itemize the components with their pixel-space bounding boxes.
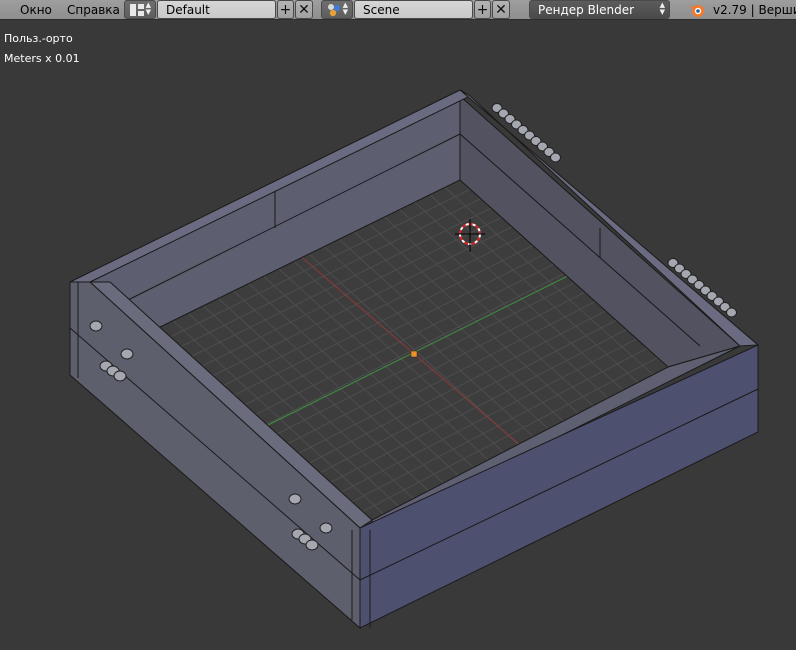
menu-help[interactable]: Справка	[67, 3, 120, 17]
knob	[726, 307, 737, 318]
object-origin-icon	[410, 350, 418, 358]
layout-updown-icon: ▲ ▼	[145, 1, 151, 16]
close-icon: ✕	[495, 1, 507, 18]
scene-name-field[interactable]: Scene	[354, 0, 473, 19]
render-engine-label: Рендер Blender	[538, 3, 635, 17]
knob	[550, 152, 561, 163]
scene-type-button[interactable]: ▲ ▼	[321, 0, 353, 19]
layout-name-field[interactable]: Default	[157, 0, 276, 19]
menu-window[interactable]: Окно	[20, 3, 52, 17]
scene-icon	[328, 4, 340, 17]
plus-icon: +	[476, 1, 489, 18]
viewport-canvas	[69, 89, 760, 630]
render-engine-dropdown[interactable]: Рендер Blender ▲ ▼	[529, 0, 670, 19]
3d-viewport[interactable]: Польз.-орто Meters x 0.01	[0, 20, 796, 650]
info-header: Окно Справка ▲ ▼ Default + ✕ ▲ ▼ Scene + ✕…	[0, 0, 796, 20]
blender-logo-icon	[689, 5, 704, 17]
screen-layout-icon	[130, 4, 144, 16]
delete-layout-button[interactable]: ✕	[295, 0, 313, 19]
layout-type-button[interactable]: ▲ ▼	[124, 0, 156, 19]
scene-updown-icon: ▲ ▼	[342, 1, 348, 16]
plus-icon: +	[279, 1, 292, 18]
add-scene-button[interactable]: +	[474, 0, 491, 19]
delete-scene-button[interactable]: ✕	[492, 0, 510, 19]
version-label: v2.79 | Вершин	[713, 3, 796, 17]
close-icon: ✕	[298, 1, 310, 18]
render-engine-updown-icon: ▲ ▼	[659, 1, 665, 16]
add-layout-button[interactable]: +	[277, 0, 294, 19]
